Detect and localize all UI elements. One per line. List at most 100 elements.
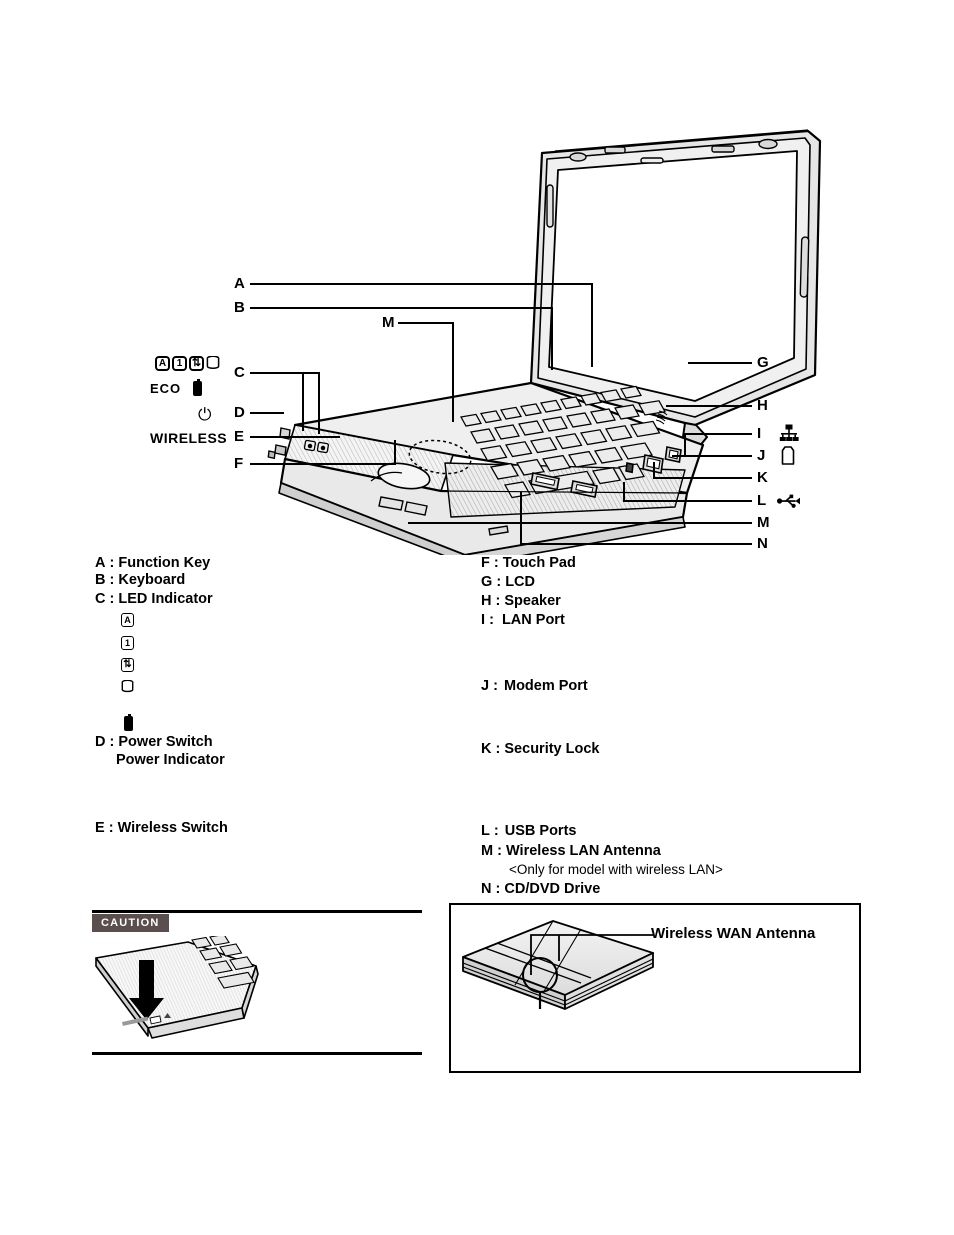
callout-n: N bbox=[757, 535, 769, 552]
callout-m-top: M bbox=[382, 314, 395, 331]
legend-key-m: M bbox=[481, 843, 494, 859]
legend-sep-m: : bbox=[497, 843, 502, 859]
legend-num-lock-icon: 1 bbox=[121, 636, 134, 650]
legend-label-j: Modem Port bbox=[503, 678, 588, 694]
legend-label-l: USB Ports bbox=[504, 823, 577, 839]
leader-i-vert bbox=[684, 433, 686, 455]
callout-f: F bbox=[234, 455, 244, 472]
leader-n-vert bbox=[520, 492, 522, 544]
legend-key-f: F bbox=[481, 555, 490, 571]
legend-key-n: N bbox=[481, 881, 492, 897]
legend-sep-n: : bbox=[495, 881, 501, 897]
indicator-row-eco: ECO bbox=[150, 379, 203, 396]
hard-disk-indicator-icon bbox=[206, 356, 220, 370]
legend-row-a: A : Function Key bbox=[95, 556, 210, 571]
eco-indicator-label: ECO bbox=[150, 381, 182, 396]
legend-label-c: LED Indicator bbox=[118, 591, 213, 607]
callout-c: C bbox=[234, 364, 246, 381]
wireless-wan-antenna-label: Wireless WAN Antenna bbox=[651, 925, 816, 942]
legend-sep-h: : bbox=[495, 593, 501, 609]
indicator-row-locks: A 1 ⇅ bbox=[155, 356, 222, 371]
callout-e: E bbox=[234, 428, 245, 445]
legend-key-b: B bbox=[95, 572, 106, 588]
power-symbol-icon: ⏻ bbox=[198, 405, 212, 424]
callout-m-right: M bbox=[757, 514, 770, 531]
callout-b: B bbox=[234, 299, 246, 316]
leader-h bbox=[666, 405, 752, 407]
modem-port-icon bbox=[781, 446, 795, 465]
legend-row-k: K : Security Lock bbox=[481, 742, 599, 757]
legend-row-n: N : CD/DVD Drive bbox=[481, 882, 600, 897]
leader-b bbox=[250, 307, 553, 309]
leader-c-vert1 bbox=[302, 372, 304, 431]
leader-f bbox=[250, 463, 396, 465]
legend-key-i: I bbox=[481, 612, 486, 628]
legend-sep-g: : bbox=[496, 574, 502, 590]
num-lock-indicator-icon: 1 bbox=[172, 356, 187, 371]
legend-label-e: Wireless Switch bbox=[117, 820, 228, 836]
manual-page: A B C D E F M G H I J K L M N A 1 ⇅ ECO … bbox=[0, 0, 954, 1235]
leader-e bbox=[250, 436, 340, 438]
legend-label-f: Touch Pad bbox=[502, 555, 576, 571]
callout-h: H bbox=[757, 397, 769, 414]
leader-c-vert2 bbox=[318, 372, 320, 434]
callout-a: A bbox=[234, 275, 246, 292]
legend-sep-a: : bbox=[109, 555, 115, 571]
legend-label-h: Speaker bbox=[504, 593, 561, 609]
wan-illustration bbox=[462, 920, 654, 1010]
leader-k bbox=[653, 477, 752, 479]
legend-sep-b: : bbox=[109, 572, 115, 588]
legend-key-h: H bbox=[481, 593, 492, 609]
legend-row-j: J : Modem Port bbox=[481, 679, 588, 694]
leader-l bbox=[623, 500, 752, 502]
legend-sep-c: : bbox=[109, 591, 115, 607]
scroll-lock-indicator-icon: ⇅ bbox=[189, 356, 204, 371]
legend-scroll-lock-icon: ⇅ bbox=[121, 658, 134, 672]
legend-row-d: D : Power Switch bbox=[95, 735, 213, 750]
legend-label-b: Keyboard bbox=[118, 572, 186, 588]
caution-illustration bbox=[95, 936, 259, 1039]
legend-label-a: Function Key bbox=[118, 555, 211, 571]
leader-b-vert bbox=[551, 307, 553, 370]
leader-c bbox=[250, 372, 320, 374]
legend-label-m: Wireless LAN Antenna bbox=[506, 843, 661, 859]
legend-row-l: L : USB Ports bbox=[481, 824, 576, 839]
legend-key-k: K bbox=[481, 741, 492, 757]
legend-sep-i: : bbox=[489, 612, 494, 628]
caution-tag: CAUTION bbox=[92, 914, 169, 932]
indicator-row-wireless: WIRELESS bbox=[150, 430, 227, 446]
legend-battery-icon bbox=[124, 714, 133, 731]
legend-label-power-indicator: Power Indicator bbox=[116, 752, 225, 768]
lan-port-icon bbox=[779, 424, 799, 441]
callout-k: K bbox=[757, 469, 769, 486]
wireless-switch bbox=[267, 444, 287, 460]
leader-d bbox=[250, 412, 284, 414]
legend-row-g: G : LCD bbox=[481, 575, 535, 590]
callout-g: G bbox=[757, 354, 769, 371]
leader-m-right bbox=[408, 522, 752, 524]
legend-key-j: J bbox=[481, 678, 490, 694]
leader-f-vert bbox=[394, 440, 396, 464]
legend-row-b: B : Keyboard bbox=[95, 573, 185, 588]
legend-row-m: M : Wireless LAN Antenna bbox=[481, 844, 661, 859]
legend-key-g: G bbox=[481, 574, 493, 590]
battery-indicator-icon bbox=[193, 379, 203, 396]
legend-label-g: LCD bbox=[505, 574, 535, 590]
legend-sep-d: : bbox=[109, 734, 115, 750]
caution-block: CAUTION bbox=[92, 910, 422, 1055]
leader-g bbox=[688, 362, 752, 364]
indicator-row-power: ⏻ bbox=[198, 406, 211, 423]
legend-sep-j: : bbox=[493, 678, 498, 694]
wireless-wan-antenna-panel: Wireless WAN Antenna bbox=[449, 903, 861, 1073]
legend-row-i: I : LAN Port bbox=[481, 613, 565, 628]
callout-i: I bbox=[757, 425, 762, 442]
caution-bottom-rule bbox=[92, 1052, 422, 1055]
legend-key-d: D bbox=[95, 734, 106, 750]
leader-k-vert bbox=[653, 462, 655, 478]
callout-d: D bbox=[234, 404, 246, 421]
wireless-indicator-label: WIRELESS bbox=[150, 430, 228, 446]
leader-m-top bbox=[398, 322, 454, 324]
leader-a-vert bbox=[591, 283, 593, 367]
legend-sep-e: : bbox=[108, 820, 114, 836]
legend-key-a: A bbox=[95, 555, 106, 571]
